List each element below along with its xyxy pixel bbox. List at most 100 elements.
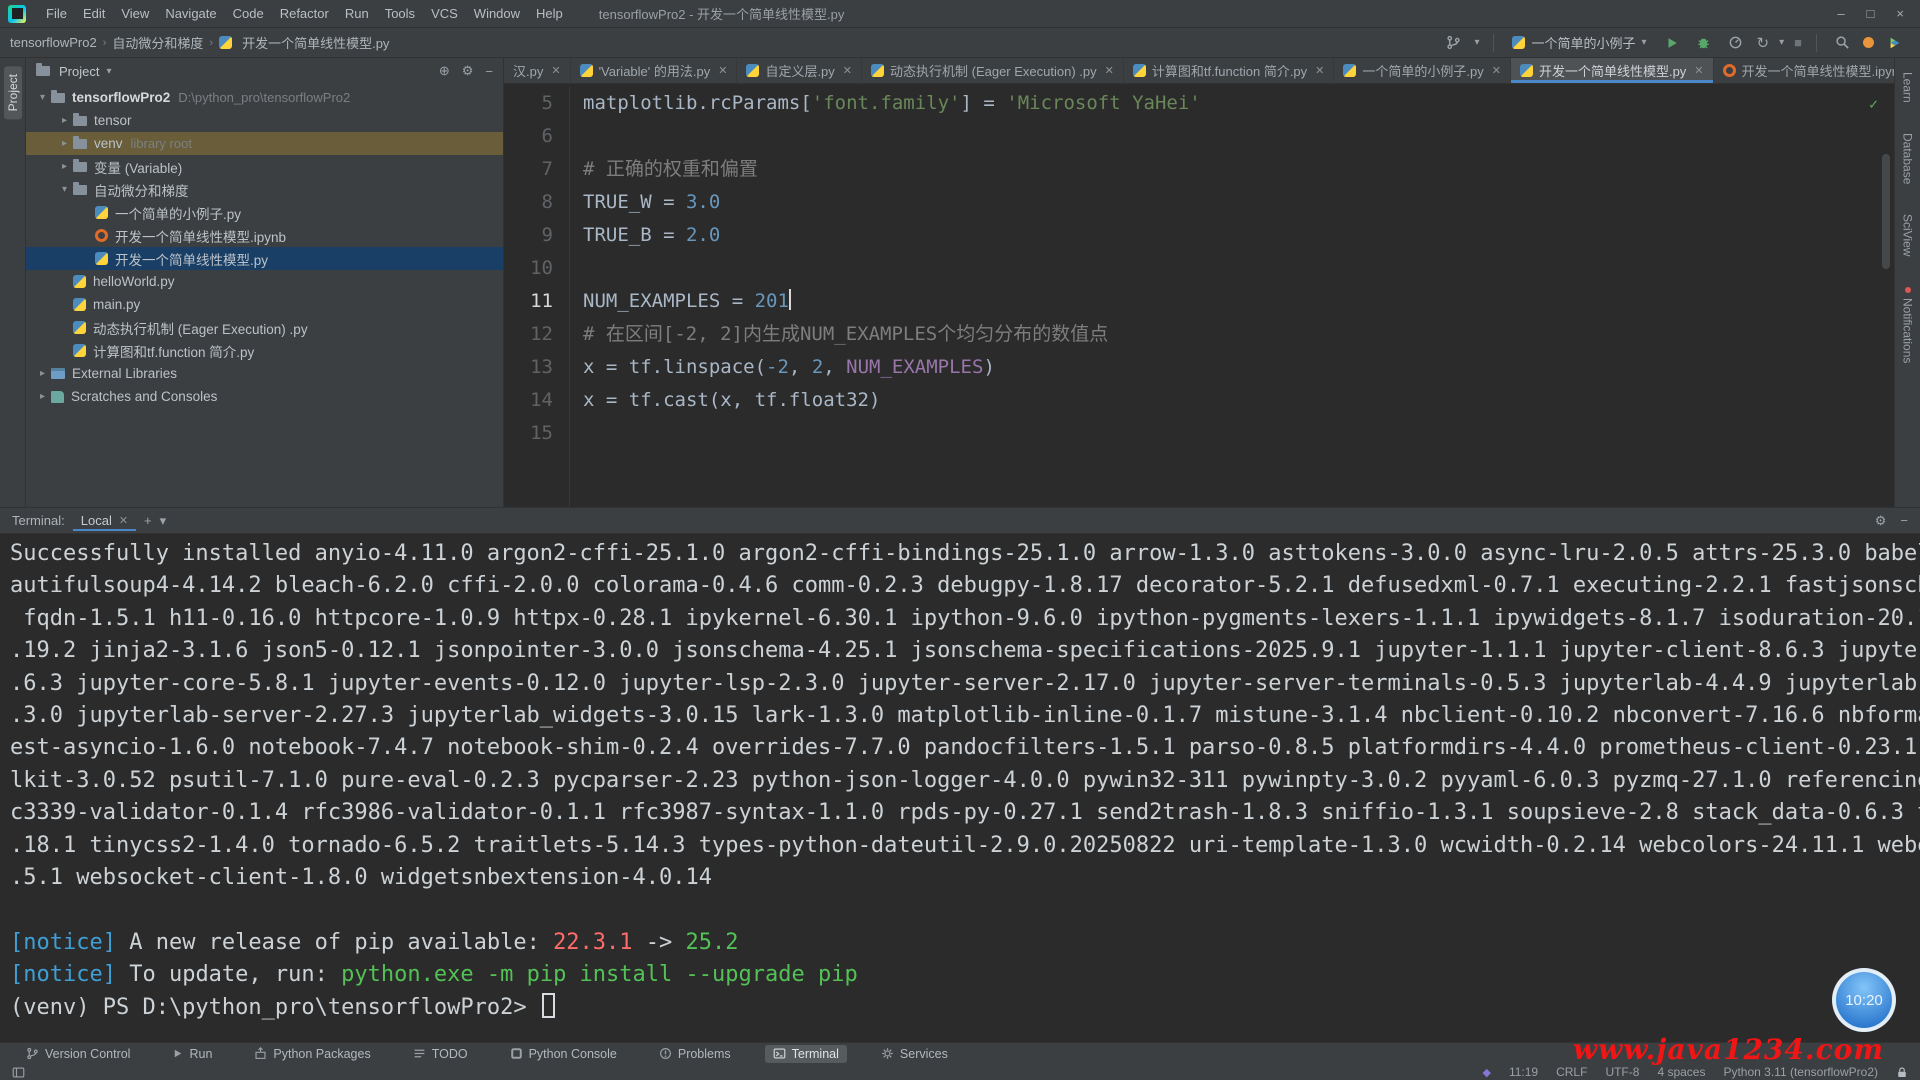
minimize-button[interactable]: – [1837, 6, 1844, 21]
git-dropdown-chevron-icon[interactable]: ▾ [1474, 37, 1479, 48]
terminal-settings-gear-icon[interactable]: ⚙ [1875, 513, 1887, 529]
locate-file-icon[interactable]: ⊕ [439, 63, 450, 79]
editor-tab[interactable]: 动态执行机制 (Eager Execution) .py✕ [862, 58, 1124, 83]
close-icon[interactable]: ✕ [1492, 64, 1501, 77]
breadcrumb-item[interactable]: tensorflowPro2 [10, 35, 97, 50]
menu-item-tools[interactable]: Tools [377, 3, 423, 24]
close-icon[interactable]: ✕ [1315, 64, 1324, 77]
tree-row[interactable]: ▸tensor [26, 109, 503, 132]
terminal-options-chevron-icon[interactable]: ▾ [160, 513, 167, 529]
tree-chevron-icon[interactable]: ▸ [56, 138, 73, 149]
project-panel-title[interactable]: Project [59, 64, 99, 79]
editor-tab[interactable]: 开发一个简单线性模型.py✕ [1511, 58, 1714, 83]
debug-button[interactable] [1693, 32, 1715, 54]
tree-row[interactable]: 动态执行机制 (Eager Execution) .py [26, 316, 503, 339]
run-with-coverage-button[interactable] [1725, 32, 1747, 54]
editor-scrollbar[interactable] [1882, 154, 1890, 269]
close-icon[interactable]: ✕ [1694, 64, 1703, 77]
stop-button[interactable]: ■ [1794, 35, 1802, 50]
sidebar-item-sciview[interactable]: SciView [1901, 214, 1915, 256]
menu-item-view[interactable]: View [113, 3, 157, 24]
code-editor[interactable]: 56789101112131415 matplotlib.rcParams['f… [504, 84, 1894, 507]
layout-toggle-icon[interactable] [12, 1066, 25, 1079]
tree-chevron-icon[interactable]: ▸ [34, 391, 51, 402]
close-icon[interactable]: ✕ [718, 64, 727, 77]
rerun-button[interactable]: ↻ [1757, 34, 1770, 52]
tree-row[interactable]: helloWorld.py [26, 270, 503, 293]
project-view-chevron-icon[interactable]: ▾ [106, 66, 111, 77]
editor-tab[interactable]: 计算图和tf.function 简介.py✕ [1124, 58, 1335, 83]
tool-window-button-todo[interactable]: TODO [405, 1045, 476, 1063]
menu-item-vcs[interactable]: VCS [423, 3, 466, 24]
tree-row[interactable]: 开发一个简单线性模型.py [26, 247, 503, 270]
sidebar-item-learn[interactable]: Learn [1901, 72, 1915, 103]
tree-row[interactable]: ▸Scratches and Consoles [26, 385, 503, 408]
update-notification-icon[interactable] [1863, 37, 1874, 48]
tool-window-button-python-packages[interactable]: Python Packages [246, 1045, 378, 1063]
tree-row[interactable]: ▾自动微分和梯度 [26, 178, 503, 201]
tree-chevron-icon[interactable]: ▾ [34, 92, 51, 103]
hide-panel-icon[interactable]: − [485, 64, 493, 79]
rerun-dropdown-chevron-icon[interactable]: ▾ [1779, 37, 1784, 48]
editor-tab[interactable]: 开发一个简单线性模型.ipynb✕ [1714, 58, 1894, 83]
menu-item-edit[interactable]: Edit [75, 3, 113, 24]
tree-chevron-icon[interactable]: ▸ [56, 161, 73, 172]
terminal-hide-icon[interactable]: − [1900, 513, 1908, 528]
editor-tab[interactable]: 一个简单的小例子.py✕ [1334, 58, 1511, 83]
close-icon[interactable]: ✕ [1105, 64, 1114, 77]
tree-chevron-icon[interactable]: ▾ [56, 184, 73, 195]
sidebar-item-project[interactable]: Project [4, 66, 22, 119]
tool-window-button-version-control[interactable]: Version Control [18, 1045, 138, 1063]
breadcrumb-item[interactable]: 自动微分和梯度 [112, 33, 203, 52]
tree-row[interactable]: main.py [26, 293, 503, 316]
indent-indicator[interactable]: 4 spaces [1657, 1065, 1705, 1079]
tree-row[interactable]: 开发一个简单线性模型.ipynb [26, 224, 503, 247]
menu-item-code[interactable]: Code [225, 3, 272, 24]
search-everywhere-icon[interactable] [1831, 32, 1853, 54]
assistant-status-icon[interactable]: ◆ [1482, 1066, 1490, 1079]
sidebar-item-database[interactable]: Database [1901, 133, 1915, 184]
editor-tab[interactable]: 'Variable' 的用法.py✕ [571, 58, 738, 83]
tree-chevron-icon[interactable]: ▸ [34, 368, 51, 379]
menu-item-navigate[interactable]: Navigate [157, 3, 224, 24]
caret-position[interactable]: 11:19 [1509, 1065, 1538, 1079]
encoding-indicator[interactable]: UTF-8 [1605, 1065, 1639, 1079]
git-branch-icon[interactable] [1442, 32, 1464, 54]
menu-item-help[interactable]: Help [528, 3, 571, 24]
menu-item-window[interactable]: Window [466, 3, 528, 24]
maximize-button[interactable]: □ [1867, 6, 1875, 21]
tool-window-button-python-console[interactable]: Python Console [502, 1045, 625, 1063]
interpreter-indicator[interactable]: Python 3.11 (tensorflowPro2) [1723, 1065, 1878, 1079]
inspections-ok-icon[interactable]: ✓ [1869, 88, 1878, 121]
tree-row[interactable]: 计算图和tf.function 简介.py [26, 339, 503, 362]
menu-item-refactor[interactable]: Refactor [272, 3, 337, 24]
readonly-lock-icon[interactable] [1896, 1066, 1908, 1079]
tree-row[interactable]: 一个简单的小例子.py [26, 201, 503, 224]
tool-window-button-services[interactable]: Services [873, 1045, 956, 1063]
sidebar-item-notifications[interactable]: Notifications [1901, 287, 1915, 363]
tool-window-button-terminal[interactable]: Terminal [765, 1045, 847, 1063]
tool-window-button-problems[interactable]: Problems [651, 1045, 739, 1063]
breadcrumb-item[interactable]: 开发一个简单线性模型.py [242, 33, 389, 52]
ide-logo-icon[interactable] [1884, 32, 1906, 54]
editor-tab[interactable]: 汉.py✕ [504, 58, 571, 83]
editor-code[interactable]: matplotlib.rcParams['font.family'] = 'Mi… [570, 87, 1201, 507]
terminal-output[interactable]: Successfully installed anyio-4.11.0 argo… [0, 534, 1920, 1042]
line-separator-indicator[interactable]: CRLF [1556, 1065, 1587, 1079]
tool-window-button-run[interactable]: Run [164, 1045, 220, 1063]
new-terminal-button[interactable]: + [144, 513, 152, 528]
menu-item-file[interactable]: File [38, 3, 75, 24]
close-icon[interactable]: ✕ [843, 64, 852, 77]
editor-tab[interactable]: 自定义层.py✕ [737, 58, 862, 83]
run-configuration-select[interactable]: 一个简单的小例子 ▾ [1508, 31, 1650, 54]
tree-row[interactable]: ▸External Libraries [26, 362, 503, 385]
close-icon[interactable]: ✕ [551, 64, 560, 77]
tree-row[interactable]: ▸venvlibrary root [26, 132, 503, 155]
close-icon[interactable]: ✕ [119, 514, 128, 527]
run-button[interactable] [1661, 32, 1683, 54]
tree-chevron-icon[interactable]: ▸ [56, 115, 73, 126]
settings-gear-icon[interactable]: ⚙ [462, 63, 474, 79]
close-button[interactable]: × [1896, 6, 1904, 21]
menu-item-run[interactable]: Run [337, 3, 377, 24]
tree-row[interactable]: ▾tensorflowPro2D:\python_pro\tensorflowP… [26, 86, 503, 109]
